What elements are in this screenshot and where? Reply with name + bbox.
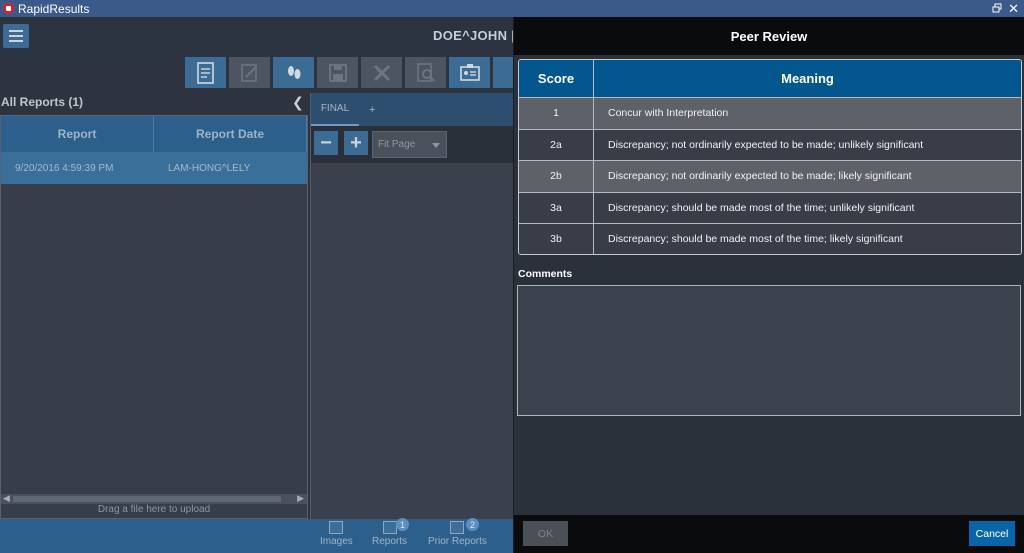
- column-header-report-date[interactable]: Report Date: [154, 116, 307, 152]
- footprint-icon[interactable]: [273, 57, 314, 88]
- column-header-report[interactable]: Report: [1, 116, 154, 152]
- bottom-bar: [0, 519, 310, 553]
- search-doc-icon[interactable]: [405, 57, 446, 88]
- score-row-3b[interactable]: 3b Discrepancy; should be made most of t…: [519, 223, 1021, 254]
- patient-name: DOE^JOHN |: [433, 28, 516, 43]
- report-viewer: FINAL + − + Fit Page: [310, 93, 513, 519]
- all-reports-title: All Reports (1): [1, 95, 84, 109]
- comments-label: Comments: [518, 268, 573, 280]
- edit-icon[interactable]: [229, 57, 270, 88]
- table-row[interactable]: 9/20/2016 4:59:39 PM LAM-HONG^LELY: [1, 152, 307, 184]
- delete-icon[interactable]: [361, 57, 402, 88]
- close-window-icon[interactable]: ✕: [1008, 0, 1019, 17]
- fit-mode-value: Fit Page: [378, 139, 416, 150]
- restore-window-icon[interactable]: [992, 3, 1002, 13]
- score-row-1[interactable]: 1 Concur with Interpretation: [519, 97, 1021, 129]
- tab-images-label: Images: [320, 536, 353, 547]
- meaning-cell: Discrepancy; not ordinarily expected to …: [608, 170, 912, 183]
- dialog-footer: OK Cancel: [514, 515, 1024, 553]
- score-table-header: Score Meaning: [519, 60, 1021, 97]
- report-cell: 9/20/2016 4:59:39 PM: [15, 162, 114, 174]
- zoom-out-button[interactable]: −: [314, 131, 338, 155]
- score-row-3a[interactable]: 3a Discrepancy; should be made most of t…: [519, 191, 1021, 223]
- collapse-panel-icon[interactable]: ❮: [292, 94, 304, 111]
- prior-reports-icon: [450, 521, 465, 534]
- score-cell: 2a: [519, 129, 594, 160]
- score-cell: 3b: [519, 224, 594, 254]
- reports-count-badge: 1: [396, 518, 409, 531]
- tab-add[interactable]: +: [369, 93, 375, 126]
- id-card-icon[interactable]: [449, 57, 490, 88]
- save-icon[interactable]: [317, 57, 358, 88]
- fit-mode-select[interactable]: Fit Page: [372, 131, 447, 158]
- scroll-right-icon[interactable]: ▶: [297, 493, 304, 504]
- tab-prior-reports[interactable]: Prior Reports 2: [428, 518, 487, 547]
- score-cell: 2b: [519, 161, 594, 192]
- tab-prior-reports-label: Prior Reports: [428, 536, 487, 547]
- meaning-cell: Discrepancy; should be made most of the …: [608, 233, 903, 246]
- meaning-cell: Discrepancy; should be made most of the …: [608, 201, 915, 214]
- viewer-tabs: FINAL +: [311, 93, 513, 126]
- comments-textarea[interactable]: [517, 285, 1021, 416]
- prior-reports-count-badge: 2: [466, 518, 479, 531]
- report-date-cell: LAM-HONG^LELY: [168, 162, 251, 174]
- score-table: Score Meaning 1 Concur with Interpretati…: [518, 59, 1022, 255]
- scroll-left-icon[interactable]: ◀: [3, 493, 10, 504]
- viewer-toolbar: − + Fit Page: [311, 126, 513, 163]
- zoom-in-button[interactable]: +: [344, 131, 368, 155]
- dialog-title: Peer Review: [514, 17, 1024, 55]
- overflow-icon[interactable]: [493, 57, 513, 88]
- column-header-meaning: Meaning: [781, 71, 834, 86]
- horizontal-scrollbar[interactable]: ◀ ▶: [1, 493, 307, 504]
- tab-reports-label: Reports: [372, 536, 408, 547]
- score-row-2b[interactable]: 2b Discrepancy; not ordinarily expected …: [519, 160, 1021, 192]
- images-icon: [329, 521, 344, 534]
- meaning-cell: Discrepancy; not ordinarily expected to …: [608, 138, 924, 151]
- menu-icon[interactable]: [3, 24, 29, 48]
- cancel-button[interactable]: Cancel: [969, 521, 1015, 546]
- reports-list-panel: Report Report Date 9/20/2016 4:59:39 PM …: [0, 115, 308, 519]
- chevron-down-icon: [432, 143, 440, 148]
- score-cell: 3a: [519, 192, 594, 223]
- tab-images[interactable]: Images: [320, 521, 353, 547]
- reports-icon: [382, 521, 397, 534]
- app-window: RapidResults ✕ DOE^JOHN | All Reports (1…: [0, 0, 1024, 553]
- bottom-tabs: Images Reports 1 Prior Reports 2: [310, 518, 513, 553]
- score-row-2a[interactable]: 2a Discrepancy; not ordinarily expected …: [519, 128, 1021, 160]
- ok-button[interactable]: OK: [523, 521, 568, 546]
- peer-review-dialog: Peer Review Score Meaning 1 Concur with …: [513, 17, 1024, 553]
- report-icon[interactable]: [185, 57, 226, 88]
- column-header-score: Score: [519, 60, 594, 97]
- app-logo-icon: [3, 3, 14, 14]
- meaning-cell: Concur with Interpretation: [608, 107, 729, 120]
- upload-drop-zone[interactable]: Drag a file here to upload: [1, 504, 307, 518]
- score-cell: 1: [519, 98, 594, 129]
- scrollbar-thumb[interactable]: [13, 496, 281, 502]
- reports-table-header: Report Report Date: [1, 116, 307, 152]
- window-title: RapidResults: [18, 1, 90, 16]
- title-bar: RapidResults ✕: [0, 0, 1024, 17]
- tab-reports[interactable]: Reports 1: [372, 518, 409, 547]
- tab-final[interactable]: FINAL: [311, 93, 359, 126]
